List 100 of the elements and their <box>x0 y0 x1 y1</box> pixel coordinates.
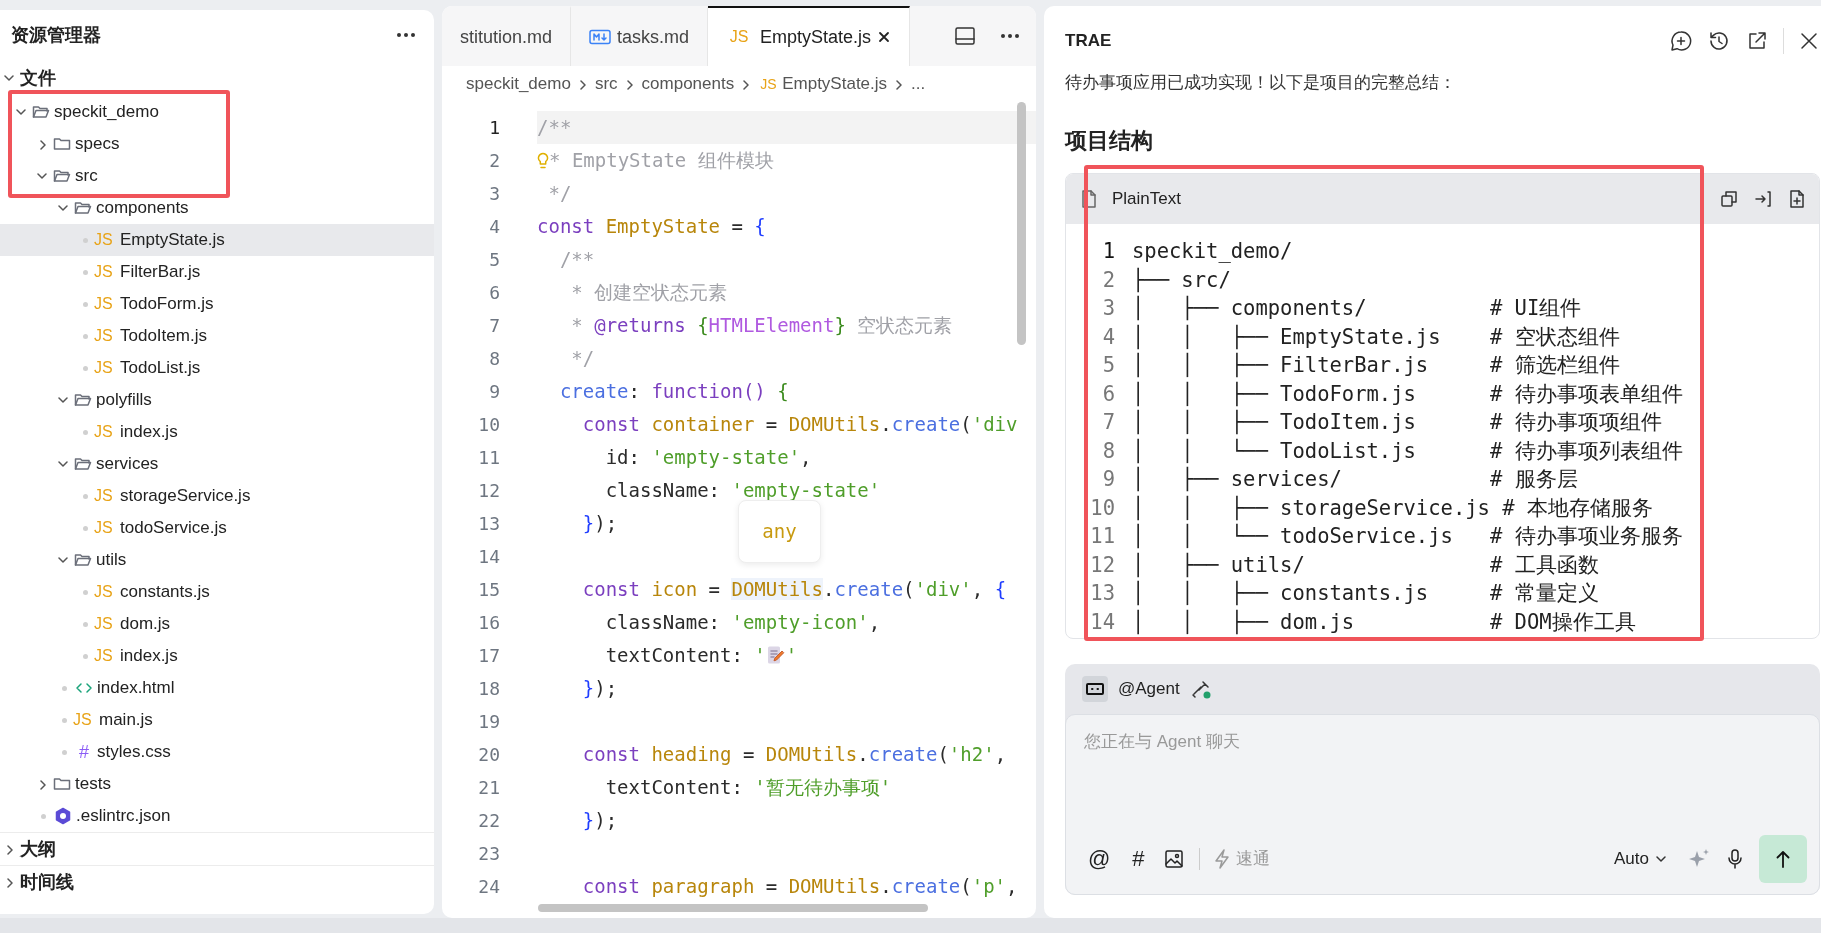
section-header[interactable]: 大纲 <box>0 832 434 865</box>
line-number: 18 <box>477 677 500 701</box>
code-line: */ <box>570 346 595 371</box>
folder-icon <box>53 776 71 792</box>
breadcrumb-item[interactable]: src <box>594 71 618 97</box>
js-file-icon: JS <box>94 260 116 284</box>
code-text: ' <box>785 644 798 666</box>
more-icon[interactable] <box>1000 33 1020 39</box>
tree-item[interactable]: JS todoService.js <box>0 512 434 544</box>
agent-label[interactable]: @Agent <box>1118 675 1180 702</box>
message-input[interactable]: 您正在与 Agent 聊天 <box>1066 714 1819 825</box>
tree-item[interactable]: JS TodoItem.js <box>0 320 434 352</box>
code-line: const paragraph = DOMUtils.create('p', <box>581 874 1018 899</box>
insert-icon[interactable] <box>1753 188 1773 209</box>
code-line: id: 'empty-state', <box>604 445 812 470</box>
line-number: 23 <box>477 842 500 866</box>
tree-item[interactable]: utils <box>0 544 434 576</box>
line-number: 20 <box>477 743 500 767</box>
line-number: 11 <box>1090 523 1115 551</box>
code-line: /** <box>537 115 572 140</box>
tree-item[interactable]: JS EmptyState.js <box>0 224 434 256</box>
section-header[interactable]: 文件 <box>0 60 434 96</box>
line-number: 19 <box>477 710 500 734</box>
js-file-icon: JS <box>94 612 116 636</box>
folder-icon <box>53 168 71 184</box>
tree-item[interactable]: polyfills <box>0 384 434 416</box>
send-button[interactable] <box>1759 835 1807 883</box>
lightning-icon <box>1213 849 1230 869</box>
type-tooltip: any <box>738 500 821 563</box>
copy-icon[interactable] <box>1719 188 1739 209</box>
memo-icon <box>765 645 786 665</box>
tree-item[interactable]: JS index.js <box>0 640 434 672</box>
scrollbar[interactable] <box>538 904 928 912</box>
code-line: className: 'empty-icon', <box>604 610 881 635</box>
tree-item[interactable]: src <box>0 160 434 192</box>
chevron-icon <box>37 172 49 180</box>
line-number: 4 <box>1101 323 1115 351</box>
arrow-up-icon <box>1776 850 1790 868</box>
section-header[interactable]: 时间线 <box>0 865 434 898</box>
scrollbar[interactable] <box>1017 102 1026 345</box>
tree-item[interactable]: JS storageService.js <box>0 480 434 512</box>
code-line: │ ├── utils/ # 工具函数 <box>1132 551 1599 580</box>
tree-item[interactable]: JS constants.js <box>0 576 434 608</box>
code-line: speckit_demo/ <box>1132 238 1293 266</box>
mention-button[interactable]: @ <box>1084 848 1115 870</box>
tree-item[interactable]: services <box>0 448 434 480</box>
tree-item[interactable]: # styles.css <box>0 736 434 768</box>
agent-icon <box>1082 675 1108 702</box>
tree-item[interactable]: tests <box>0 768 434 800</box>
code-line: │ │ ├── TodoForm.js # 待办事项表单组件 <box>1132 380 1683 409</box>
js-file-icon: JS <box>94 484 116 508</box>
tree-item[interactable]: index.html <box>0 672 434 704</box>
line-number: 10 <box>1090 494 1115 522</box>
chevron-icon <box>6 843 14 855</box>
close-icon[interactable] <box>1798 30 1820 52</box>
line-number: 10 <box>477 413 500 437</box>
breadcrumb-item[interactable]: ... <box>911 71 926 97</box>
chat-plus-icon[interactable] <box>1669 29 1693 53</box>
message-field[interactable]: 您正在与 Agent 聊天 @ # 速通 Auto <box>1065 713 1820 895</box>
tree-item[interactable]: JS main.js <box>0 704 434 736</box>
breadcrumb-item[interactable]: components <box>641 71 735 97</box>
tree-item[interactable]: specs <box>0 128 434 160</box>
topic-button[interactable]: # <box>1128 848 1149 870</box>
tree-item[interactable]: JS index.js <box>0 416 434 448</box>
tree-item[interactable]: JS FilterBar.js <box>0 256 434 288</box>
history-icon[interactable] <box>1707 29 1731 53</box>
split-panel-icon[interactable] <box>954 26 976 46</box>
tree-item[interactable]: JS dom.js <box>0 608 434 640</box>
js-file-icon: JS <box>760 73 779 95</box>
line-number: 17 <box>477 644 500 668</box>
tree-item[interactable]: JS TodoForm.js <box>0 288 434 320</box>
line-number: 22 <box>477 809 500 833</box>
chevron-icon <box>58 460 70 468</box>
tree-item[interactable]: components <box>0 192 434 224</box>
line-number: 14 <box>1090 608 1115 636</box>
panel-title: 资源管理器 <box>11 23 101 47</box>
folder-icon <box>74 552 92 568</box>
code-line: * 创建空状态元素 <box>570 280 728 305</box>
new-file-icon[interactable] <box>1787 188 1807 209</box>
editor-tab[interactable]: stitution.md <box>442 6 572 66</box>
microphone-icon[interactable] <box>1725 848 1745 870</box>
image-icon[interactable] <box>1162 848 1185 870</box>
model-dropdown[interactable]: Auto <box>1608 845 1673 873</box>
editor-tab[interactable]: JS EmptyState.js <box>708 6 911 66</box>
code-line: │ │ ├── constants.js # 常量定义 <box>1132 579 1599 608</box>
more-icon[interactable] <box>396 32 416 38</box>
close-icon[interactable] <box>877 30 892 44</box>
line-number: 16 <box>477 611 500 635</box>
chevron-icon <box>742 78 751 90</box>
panel-title: TRAE <box>1065 30 1112 53</box>
line-number: 24 <box>477 875 500 899</box>
tree-item[interactable]: JS TodoList.js <box>0 352 434 384</box>
line-number: 6 <box>1101 380 1115 408</box>
chevron-icon <box>6 876 14 888</box>
breadcrumb-item[interactable]: EmptyState.js <box>782 71 888 97</box>
breadcrumb-item[interactable]: speckit_demo <box>466 71 571 97</box>
js-file-icon: JS <box>94 292 116 316</box>
code-line: * @returns {HTMLElement} 空状态元素 <box>570 313 953 338</box>
tree-item[interactable]: .eslintrc.json <box>0 800 434 832</box>
tree-item[interactable]: speckit_demo <box>0 96 434 128</box>
